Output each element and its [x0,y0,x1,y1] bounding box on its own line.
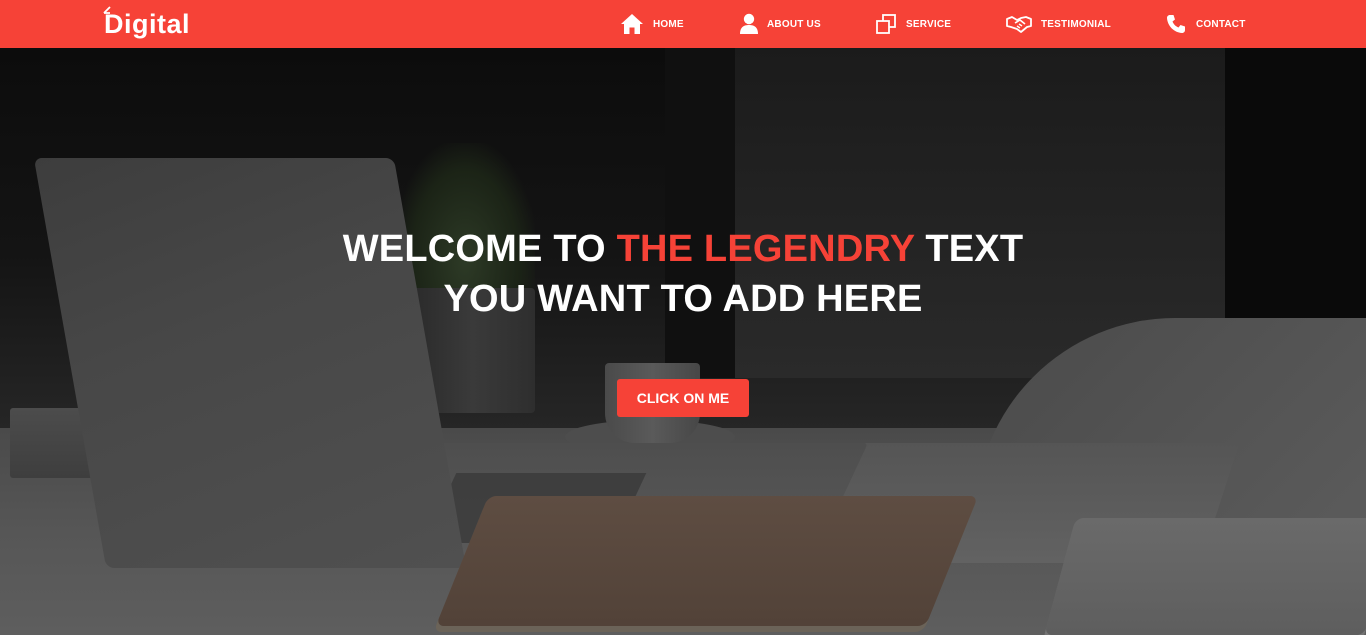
cta-button[interactable]: CLICK ON ME [617,379,749,417]
nav-item-label: ABOUT US [767,18,821,30]
nav-item-label: CONTACT [1196,18,1246,30]
hero-content: WELCOME TO THE LEGENDRY TEXT YOU WANT TO… [0,224,1366,417]
hero-title-highlight: THE LEGENDRY [616,228,915,270]
nav-item-service[interactable]: SERVICE [876,0,1006,48]
copy-icon [876,14,896,34]
handshake-icon [1006,16,1032,33]
brand-logo-text: Digital [104,9,191,39]
page: Digital HOME ABOUT US SERVICE TESTIMONIA… [0,0,1366,635]
nav-item-contact[interactable]: CONTACT [1166,0,1276,48]
notebook [435,496,979,626]
phone-icon [1167,15,1185,33]
home-icon [621,14,643,34]
user-icon [740,13,758,34]
nav-item-testimonial[interactable]: TESTIMONIAL [1006,0,1166,48]
nav-item-label: TESTIMONIAL [1041,18,1111,30]
nav-item-about-us[interactable]: ABOUT US [740,0,876,48]
hero-title-line2: YOU WANT TO ADD HERE [443,278,923,320]
notebook [1044,518,1366,635]
hero-title-part: TEXT [914,228,1024,270]
nav-item-label: SERVICE [906,18,952,30]
hero-title-part: WELCOME TO [342,228,617,270]
hero-title: WELCOME TO THE LEGENDRY TEXT YOU WANT TO… [0,224,1366,324]
brand-logo[interactable]: Digital [103,5,191,43]
nav-item-label: HOME [653,18,684,30]
hero-section: WELCOME TO THE LEGENDRY TEXT YOU WANT TO… [0,48,1366,635]
main-nav: HOME ABOUT US SERVICE TESTIMONIAL CONTAC… [620,0,1276,48]
nav-item-home[interactable]: HOME [620,0,740,48]
navbar: Digital HOME ABOUT US SERVICE TESTIMONIA… [0,0,1366,48]
